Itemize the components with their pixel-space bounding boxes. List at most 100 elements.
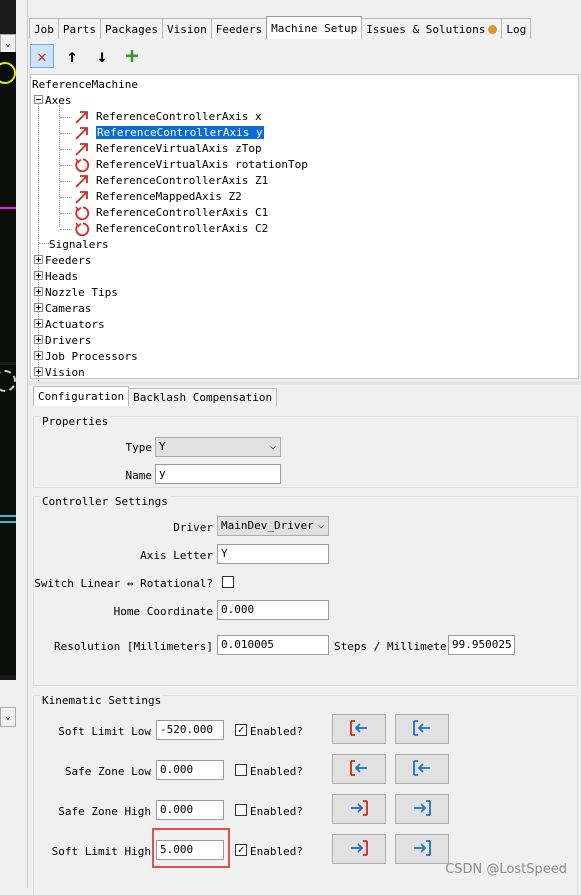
- tree-node-axis[interactable]: ReferenceVirtualAxis zTop: [96, 141, 262, 157]
- type-label: Type: [125, 441, 153, 454]
- move-down-button[interactable]: ↓: [90, 44, 114, 68]
- safe-zone-high-field[interactable]: 0.000: [156, 800, 224, 820]
- tree-root[interactable]: ReferenceMachine: [32, 77, 138, 93]
- tree-node-axis-label: ReferenceControllerAxis Z1: [96, 174, 269, 187]
- tree-node-axis[interactable]: ReferenceControllerAxis x: [96, 109, 262, 125]
- name-label: Name: [125, 469, 153, 482]
- tab-parts[interactable]: Parts: [57, 18, 101, 39]
- expand-icon[interactable]: [34, 351, 43, 360]
- soft-limit-high-label: Soft Limit High: [51, 845, 151, 858]
- expand-icon[interactable]: [34, 367, 43, 376]
- axis-subtabs: Configuration Backlash Compensation: [33, 386, 278, 408]
- tree-node-axis[interactable]: ReferenceControllerAxis Z1: [96, 173, 268, 189]
- tree-guide-line: [60, 197, 72, 198]
- linear-axis-icon: [74, 109, 90, 125]
- tab-log[interactable]: Log: [501, 18, 532, 39]
- safe-zone-high-capture-button[interactable]: [332, 794, 386, 824]
- delete-button[interactable]: ✕: [30, 44, 54, 68]
- safe-zone-high-label: Safe Zone High: [58, 805, 151, 818]
- split-divider-horizontal[interactable]: [29, 381, 581, 385]
- tree-guide-line: [59, 105, 60, 227]
- linear-axis-icon: [74, 173, 90, 189]
- tab-vision[interactable]: Vision: [161, 18, 212, 39]
- camera-view-bottom[interactable]: [0, 365, 16, 675]
- main-panel: Job Parts Packages Vision Feeders Machin…: [29, 0, 581, 895]
- camera-select-dropdown[interactable]: ⌄: [0, 34, 16, 54]
- move-to-position-icon: [412, 839, 432, 860]
- tree-node-group[interactable]: Cameras: [34, 301, 91, 317]
- safe-zone-high-position-button[interactable]: [395, 794, 449, 824]
- tree-node-signalers[interactable]: Signalers: [39, 237, 109, 253]
- move-to-position-icon: [412, 759, 432, 780]
- tree-node-group[interactable]: Drivers: [34, 333, 91, 349]
- tree-node-group[interactable]: Vision: [34, 365, 85, 381]
- axis-letter-field[interactable]: Y: [217, 544, 329, 564]
- left-lower-panel: ⌄: [0, 680, 16, 888]
- soft-limit-high-capture-button[interactable]: [332, 834, 386, 864]
- expand-icon[interactable]: [34, 335, 43, 344]
- expand-icon[interactable]: [34, 287, 43, 296]
- tab-job[interactable]: Job: [29, 18, 59, 39]
- soft-limit-low-position-button[interactable]: [395, 714, 449, 744]
- tree-node-axis[interactable]: ReferenceMappedAxis Z2: [96, 189, 242, 205]
- safe-zone-low-capture-button[interactable]: [332, 754, 386, 784]
- tab-configuration[interactable]: Configuration: [33, 386, 130, 406]
- type-select[interactable]: Y ⌵: [155, 437, 281, 457]
- soft-limit-high-position-button[interactable]: [395, 834, 449, 864]
- tab-backlash-compensation[interactable]: Backlash Compensation: [128, 388, 278, 406]
- chevron-down-icon: ⌵: [317, 520, 324, 531]
- tree-node-axis[interactable]: ReferenceControllerAxis C2: [96, 221, 268, 237]
- safe-zone-low-enabled-checkbox[interactable]: [235, 764, 247, 776]
- name-field[interactable]: y: [155, 464, 281, 484]
- switch-linear-rotational-checkbox[interactable]: [222, 576, 234, 588]
- axis-letter-label: Axis Letter: [140, 549, 213, 562]
- tree-node-axis-label: ReferenceMappedAxis Z2: [96, 190, 242, 203]
- driver-select[interactable]: MainDev_Driver ⌵: [217, 516, 329, 536]
- tab-packages[interactable]: Packages: [100, 18, 163, 39]
- tree-node-group[interactable]: Nozzle Tips: [34, 285, 118, 301]
- expand-icon[interactable]: [34, 255, 43, 264]
- safe-zone-low-enabled-label: Enabled?: [250, 765, 303, 778]
- tree-node-group[interactable]: Job Processors: [34, 349, 138, 365]
- safe-zone-high-enabled-checkbox[interactable]: [235, 804, 247, 816]
- expand-icon[interactable]: [34, 271, 43, 280]
- machine-tree[interactable]: ReferenceMachine Axes ReferenceControlle…: [30, 74, 579, 387]
- tree-node-group[interactable]: Heads: [34, 269, 78, 285]
- chevron-down-icon: ⌵: [269, 441, 276, 452]
- split-divider[interactable]: [16, 0, 28, 888]
- safe-zone-low-field[interactable]: 0.000: [156, 760, 224, 780]
- resolution-field[interactable]: 0.010005: [217, 635, 329, 655]
- tab-machine-setup[interactable]: Machine Setup: [266, 16, 363, 39]
- safe-zone-high-enabled-label: Enabled?: [250, 805, 303, 818]
- tree-guide-line: [60, 117, 72, 118]
- camera-view-strip: ⌄ ⌄: [0, 0, 16, 888]
- move-to-position-icon: [412, 799, 432, 820]
- tab-feeders[interactable]: Feeders: [210, 18, 268, 39]
- tab-issues-solutions[interactable]: Issues & Solutions: [361, 18, 503, 39]
- capture-position-icon: [349, 799, 369, 820]
- home-coordinate-field[interactable]: 0.000: [217, 600, 329, 620]
- add-button[interactable]: +: [120, 44, 144, 69]
- delete-icon: ✕: [37, 46, 47, 66]
- soft-limit-low-field[interactable]: -520.000: [156, 720, 224, 740]
- tree-node-axis[interactable]: ReferenceVirtualAxis rotationTop: [96, 157, 308, 173]
- camera-view-top[interactable]: [0, 52, 16, 362]
- steps-per-mm-field[interactable]: 99.950025: [448, 635, 515, 655]
- tree-node-group-label: Job Processors: [45, 350, 138, 363]
- left-dropdown[interactable]: ⌄: [0, 707, 16, 727]
- tree-node-axis[interactable]: ReferenceControllerAxis C1: [96, 205, 268, 221]
- tree-node-group[interactable]: Feeders: [34, 253, 91, 269]
- safe-zone-low-position-button[interactable]: [395, 754, 449, 784]
- tree-node-axis[interactable]: ReferenceControllerAxis y: [96, 125, 264, 141]
- tree-node-group-label: Feeders: [45, 254, 92, 267]
- expand-icon[interactable]: [34, 319, 43, 328]
- tree-node-group-label: Actuators: [45, 318, 105, 331]
- tree-node-axes[interactable]: Axes: [34, 93, 72, 109]
- tree-node-group[interactable]: Actuators: [34, 317, 105, 333]
- soft-limit-low-enabled-checkbox[interactable]: ✓: [235, 724, 247, 736]
- move-up-button[interactable]: ↑: [60, 44, 84, 68]
- tree-guide-line: [60, 181, 72, 182]
- expand-icon[interactable]: [34, 303, 43, 312]
- soft-limit-high-enabled-checkbox[interactable]: ✓: [235, 844, 247, 856]
- soft-limit-low-capture-button[interactable]: [332, 714, 386, 744]
